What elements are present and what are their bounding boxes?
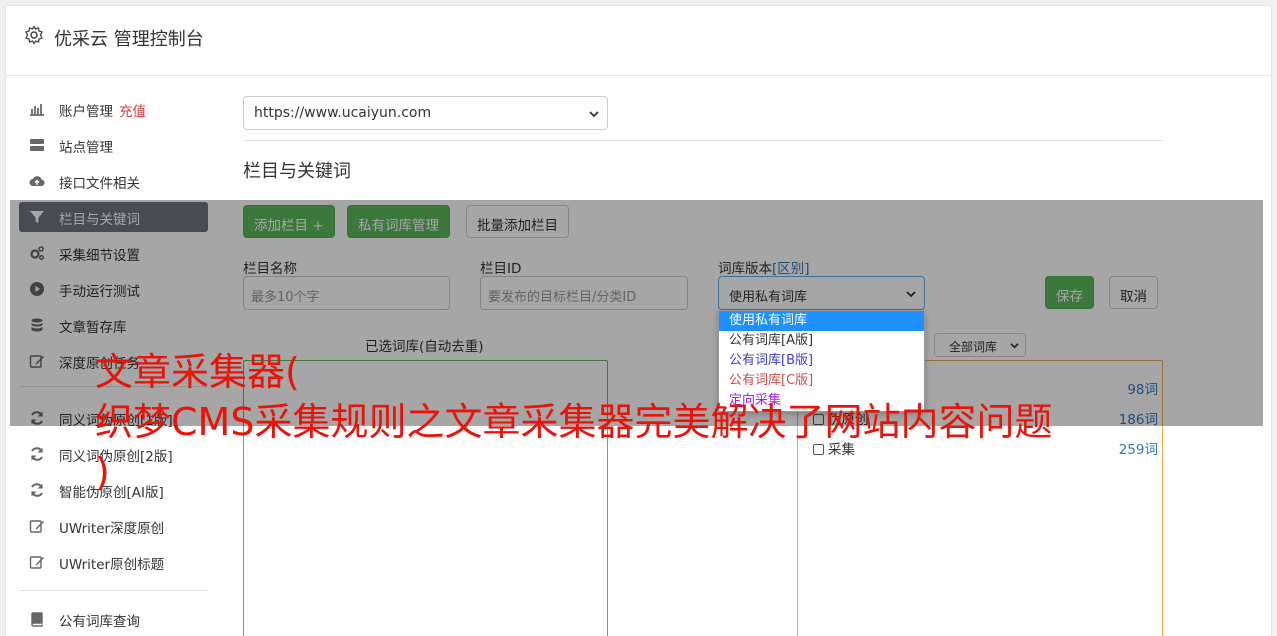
sidebar-item-sites[interactable]: 站点管理 bbox=[19, 130, 208, 160]
gear-icon bbox=[25, 25, 43, 45]
sidebar-item-label: 接口文件相关 bbox=[59, 176, 140, 192]
sidebar-item-label: 账户管理 bbox=[59, 104, 113, 120]
chevron-down-icon bbox=[589, 111, 599, 118]
sidebar-divider bbox=[19, 590, 208, 591]
section-title: 栏目与关键词 bbox=[243, 161, 351, 182]
recharge-link[interactable]: 充值 bbox=[119, 104, 146, 120]
book-icon bbox=[31, 612, 43, 627]
refresh-icon bbox=[31, 447, 43, 461]
server-icon bbox=[30, 139, 44, 151]
headline-overlay: 文章采集器( 织梦CMS采集规则之文章采集器完美解决了网站内容问题 ) bbox=[95, 347, 1195, 497]
sidebar-item-label: UWriter深度原创 bbox=[59, 521, 165, 537]
edit-icon bbox=[29, 556, 44, 569]
headline-line: 织梦CMS采集规则之文章采集器完美解决了网站内容问题 bbox=[95, 400, 1053, 444]
dropdown-option[interactable]: 使用私有词库 bbox=[719, 311, 924, 331]
sidebar-item-interface[interactable]: 接口文件相关 bbox=[19, 166, 208, 196]
sidebar-item-account[interactable]: 账户管理 充值 bbox=[19, 94, 208, 124]
edit-icon bbox=[29, 520, 44, 533]
bar-chart-icon bbox=[30, 104, 44, 116]
sidebar-item-label: 站点管理 bbox=[59, 140, 113, 156]
headline-line: 文章采集器( bbox=[95, 350, 300, 394]
sidebar-item-uwriter-title[interactable]: UWriter原创标题 bbox=[19, 547, 208, 577]
sidebar-item-public-lib[interactable]: 公有词库查询 bbox=[19, 604, 208, 634]
sidebar-item-label: UWriter原创标题 bbox=[59, 557, 165, 573]
app-title: 优采云 管理控制台 bbox=[54, 29, 204, 50]
divider bbox=[243, 140, 1163, 141]
cloud-upload-icon bbox=[29, 176, 45, 187]
sidebar-item-label: 公有词库查询 bbox=[59, 614, 140, 630]
sidebar-item-uwriter-deep[interactable]: UWriter深度原创 bbox=[19, 511, 208, 541]
headline-line: ) bbox=[95, 450, 110, 494]
refresh-icon bbox=[31, 483, 43, 497]
site-select[interactable]: https://www.ucaiyun.com bbox=[243, 96, 608, 130]
card-header: 优采云 管理控制台 bbox=[6, 6, 1271, 76]
